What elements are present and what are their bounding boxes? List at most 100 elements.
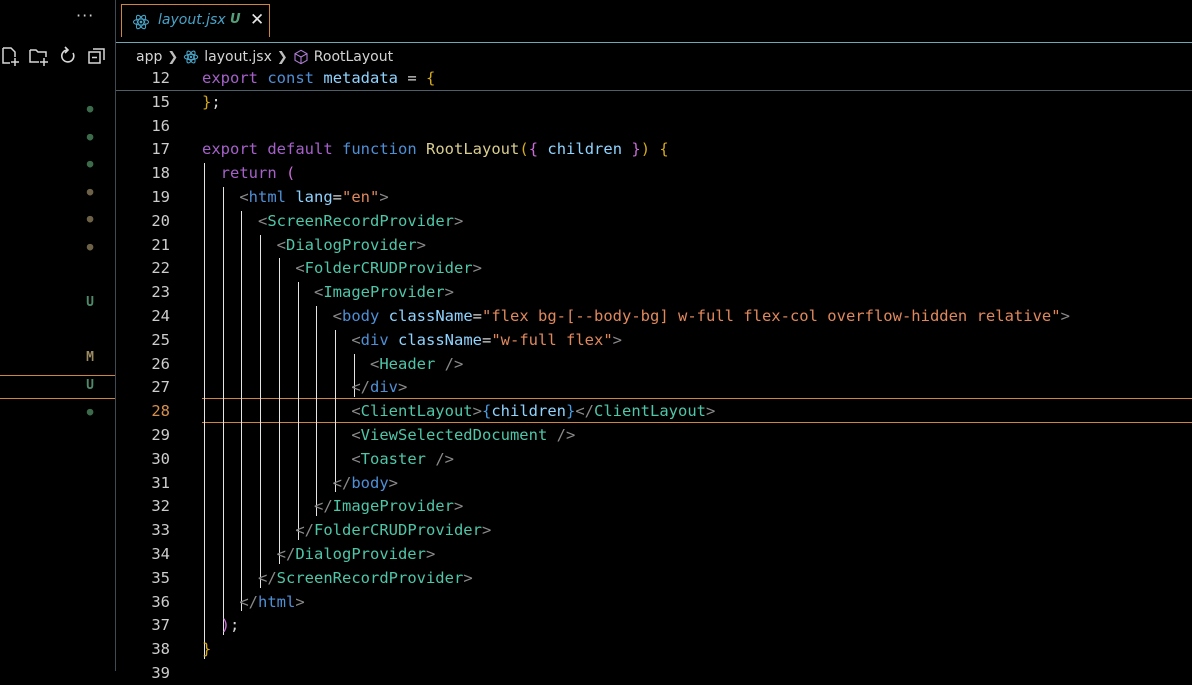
code-line[interactable]: 39 bbox=[116, 661, 1192, 685]
code-line[interactable]: 33 </FolderCRUDProvider> bbox=[116, 518, 1192, 542]
code-line[interactable]: 24 <body className="flex bg-[--body-bg] … bbox=[116, 304, 1192, 328]
code-line[interactable]: 34 </DialogProvider> bbox=[116, 542, 1192, 566]
code-token: ) bbox=[640, 140, 651, 159]
code-line[interactable]: 21 <DialogProvider> bbox=[116, 233, 1192, 257]
code-token: > bbox=[612, 330, 623, 349]
git-status-dot: ● bbox=[86, 130, 94, 143]
code-line[interactable]: 30 <Toaster /> bbox=[116, 447, 1192, 471]
tab-layout-jsx[interactable]: layout.jsx U ✕ bbox=[121, 4, 270, 37]
git-status-badge: M bbox=[86, 350, 94, 365]
code-token: metadata bbox=[323, 69, 399, 87]
code-line[interactable]: 37 ); bbox=[116, 613, 1192, 637]
code-token: ViewSelectedDocument bbox=[360, 426, 548, 444]
collapse-all-icon[interactable] bbox=[86, 45, 108, 67]
line-number: 39 bbox=[151, 664, 170, 682]
breadcrumb-item-app[interactable]: app bbox=[136, 49, 162, 65]
code-token: ClientLayout bbox=[360, 402, 473, 421]
line-code: </ImageProvider> bbox=[202, 494, 463, 518]
code-token: > bbox=[416, 235, 426, 254]
git-status-dot: ● bbox=[86, 405, 94, 418]
code-token: > bbox=[472, 402, 482, 421]
code-token: { bbox=[481, 402, 492, 421]
code-token: > bbox=[1060, 307, 1070, 325]
code-line[interactable]: 38} bbox=[116, 637, 1192, 661]
code-line[interactable]: 27 </div> bbox=[116, 375, 1192, 399]
code-token: ClientLayout bbox=[594, 402, 706, 421]
code-line[interactable]: 12 export const metadata = { bbox=[116, 66, 1192, 90]
line-code: <ScreenRecordProvider> bbox=[202, 209, 463, 233]
code-line[interactable]: 29 <ViewSelectedDocument /> bbox=[116, 423, 1192, 447]
code-token: className bbox=[388, 307, 473, 325]
code-line[interactable]: 25 <div className="w-full flex"> bbox=[116, 328, 1192, 352]
line-code: }; bbox=[202, 90, 221, 114]
code-line[interactable]: 23 <ImageProvider> bbox=[116, 280, 1192, 304]
code-token: </ bbox=[332, 473, 352, 492]
code-token: </ bbox=[313, 497, 333, 516]
code-token: = bbox=[482, 330, 492, 349]
code-token: < bbox=[351, 449, 361, 468]
new-folder-icon[interactable] bbox=[28, 45, 50, 67]
code-line[interactable]: 28 <ClientLayout>{children}</ClientLayou… bbox=[116, 399, 1192, 423]
code-line[interactable]: 16 bbox=[116, 114, 1192, 138]
code-line[interactable]: 20 <ScreenRecordProvider> bbox=[116, 209, 1192, 233]
code-line[interactable]: 18 return ( bbox=[116, 161, 1192, 185]
code-line[interactable]: 17 export default function RootLayout({ c… bbox=[116, 137, 1192, 161]
code-token: div bbox=[360, 330, 389, 349]
code-token: < bbox=[369, 354, 380, 373]
chevron-right-icon: ❯ bbox=[167, 49, 179, 65]
refresh-icon[interactable] bbox=[57, 45, 79, 67]
line-code: <html lang="en"> bbox=[202, 185, 388, 209]
breadcrumb-item-file[interactable]: layout.jsx bbox=[204, 49, 272, 65]
editor-tab-bar: layout.jsx U ✕ bbox=[116, 0, 1192, 43]
code-line[interactable]: 31 </body> bbox=[116, 471, 1192, 495]
code-token: < bbox=[295, 259, 305, 278]
code-token: < bbox=[239, 188, 249, 206]
react-icon bbox=[184, 50, 199, 64]
line-number: 19 bbox=[151, 188, 170, 206]
code-token: } bbox=[565, 402, 576, 421]
code-editor[interactable]: 12 export const metadata = {15}; 16 17 expor… bbox=[116, 66, 1192, 682]
code-token: ImageProvider bbox=[332, 497, 454, 516]
code-line[interactable]: 36 </html> bbox=[116, 590, 1192, 614]
code-line[interactable]: 15}; bbox=[116, 90, 1192, 114]
code-line[interactable]: 26 <Header /> bbox=[116, 352, 1192, 376]
line-number: 17 bbox=[151, 140, 170, 159]
close-tab-icon[interactable]: ✕ bbox=[250, 10, 264, 30]
code-line[interactable]: 19 <html lang="en"> bbox=[116, 185, 1192, 209]
line-code: </DialogProvider> bbox=[202, 542, 436, 566]
code-token: DialogProvider bbox=[286, 235, 417, 254]
breadcrumb-item-symbol[interactable]: RootLayout bbox=[314, 49, 393, 65]
line-code: <body className="flex bg-[--body-bg] w-f… bbox=[202, 304, 1070, 328]
line-code: <ImageProvider> bbox=[202, 280, 454, 304]
code-line[interactable]: 32 </ImageProvider> bbox=[116, 494, 1192, 518]
line-number: 25 bbox=[151, 330, 170, 349]
tab-label: layout.jsx bbox=[158, 12, 226, 28]
more-actions-icon[interactable]: ··· bbox=[76, 6, 94, 25]
new-file-icon[interactable] bbox=[0, 45, 22, 67]
code-token: RootLayout bbox=[426, 140, 520, 159]
code-token: > bbox=[453, 497, 464, 516]
code-token: ScreenRecordProvider bbox=[276, 568, 464, 587]
breadcrumb: app ❯ layout.jsx ❯ RootLayout bbox=[136, 47, 393, 67]
code-token: /> bbox=[435, 449, 454, 468]
symbol-method-icon bbox=[294, 49, 308, 65]
code-token: Header bbox=[379, 354, 436, 373]
code-line[interactable]: 35 </ScreenRecordProvider> bbox=[116, 566, 1192, 590]
code-token: ( bbox=[519, 140, 529, 159]
code-line[interactable]: 22 <FolderCRUDProvider> bbox=[116, 256, 1192, 280]
code-token: DialogProvider bbox=[295, 545, 426, 563]
line-code: <Header /> bbox=[202, 352, 463, 376]
code-token: > bbox=[444, 283, 454, 302]
line-number: 22 bbox=[151, 259, 170, 278]
